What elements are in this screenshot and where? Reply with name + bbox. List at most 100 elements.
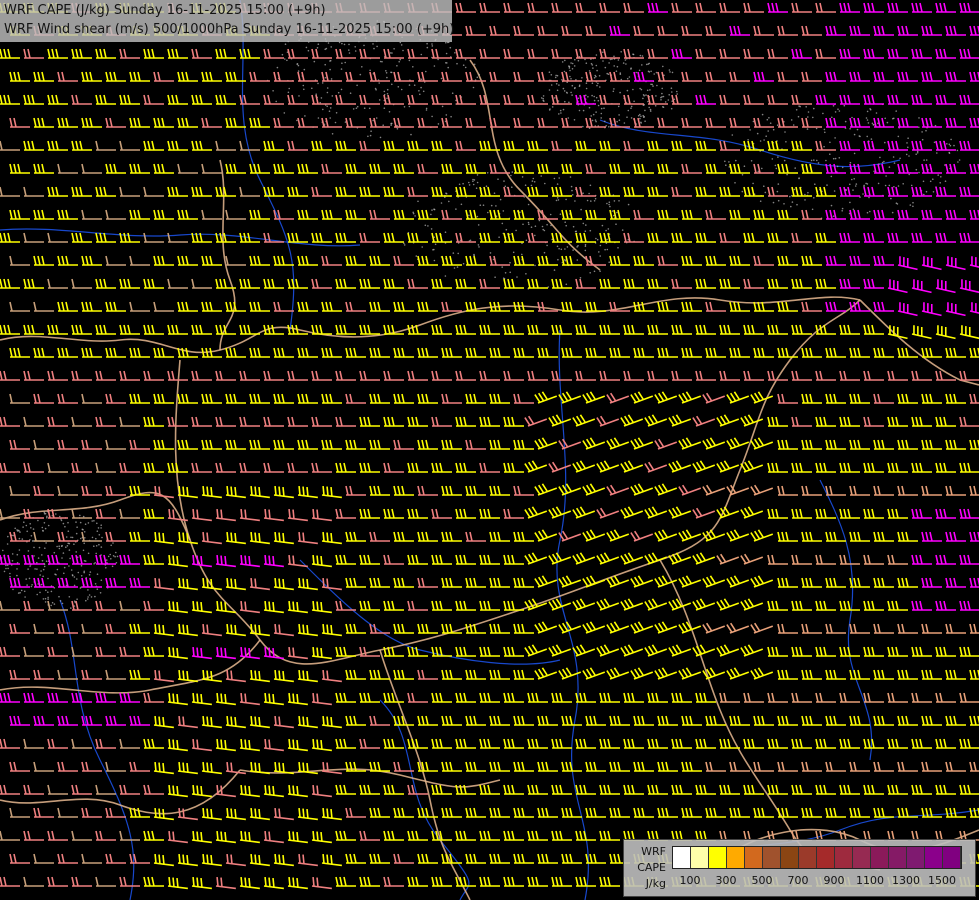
- terrain-dot: [560, 112, 562, 114]
- terrain-dot: [111, 565, 114, 568]
- terrain-dot: [585, 224, 587, 226]
- terrain-dot: [766, 118, 769, 121]
- terrain-dot: [772, 128, 775, 131]
- terrain-dot: [44, 597, 47, 600]
- terrain-dot: [60, 545, 63, 547]
- terrain-dot: [64, 525, 66, 528]
- terrain-dot: [434, 243, 437, 246]
- cape-title: WRF CAPE (J/kg) Sunday 16-11-2025 15:00 …: [4, 3, 326, 18]
- terrain-dot: [527, 203, 530, 206]
- terrain-dot: [388, 111, 391, 113]
- terrain-dot: [105, 559, 108, 561]
- terrain-dot: [853, 133, 856, 136]
- terrain-dot: [649, 108, 652, 111]
- terrain-dot: [58, 545, 60, 547]
- terrain-dot: [588, 70, 591, 72]
- legend-tick-labels: 100 300 500 700 900 1100 1300 1500: [672, 875, 972, 889]
- terrain-dot: [582, 125, 584, 128]
- terrain-dot: [925, 129, 927, 132]
- terrain-dot: [542, 95, 545, 97]
- terrain-dot: [63, 572, 65, 575]
- terrain-dot: [583, 256, 586, 259]
- terrain-dot: [584, 249, 587, 252]
- terrain-dot: [12, 588, 14, 591]
- terrain-dot: [413, 84, 416, 86]
- terrain-dot: [16, 568, 18, 570]
- terrain-dot: [600, 117, 602, 119]
- terrain-dot: [408, 105, 411, 108]
- terrain-dot: [510, 174, 512, 177]
- terrain-dot: [553, 269, 556, 271]
- terrain-dot: [958, 159, 961, 161]
- terrain-dot: [644, 120, 646, 122]
- terrain-dot: [599, 244, 602, 247]
- terrain-dot: [7, 567, 9, 570]
- terrain-dot: [87, 522, 90, 524]
- terrain-dot: [420, 86, 422, 89]
- terrain-dot: [565, 224, 567, 227]
- terrain-dot: [870, 138, 873, 140]
- terrain-dot: [594, 74, 596, 77]
- terrain-dot: [100, 546, 103, 548]
- terrain-dot: [844, 120, 847, 123]
- terrain-dot: [455, 208, 457, 210]
- terrain-dot: [503, 180, 505, 182]
- terrain-dot: [99, 592, 102, 594]
- terrain-dot: [550, 84, 553, 86]
- terrain-dot: [637, 114, 640, 117]
- terrain-dot: [640, 121, 642, 124]
- terrain-dot: [899, 157, 901, 160]
- terrain-dot: [426, 42, 428, 45]
- terrain-dot: [790, 205, 792, 208]
- terrain-dot: [811, 208, 814, 211]
- terrain-dot: [546, 223, 548, 226]
- terrain-dot: [419, 93, 421, 96]
- terrain-dot: [83, 570, 85, 573]
- terrain-dot: [50, 590, 53, 593]
- terrain-dot: [593, 200, 596, 202]
- terrain-dot: [923, 159, 925, 161]
- terrain-dot: [487, 211, 489, 214]
- terrain-dot: [348, 52, 351, 54]
- legend-swatch: [799, 847, 817, 868]
- terrain-dot: [544, 182, 546, 185]
- terrain-dot: [9, 575, 11, 578]
- terrain-dot: [55, 513, 57, 515]
- terrain-dot: [925, 190, 928, 193]
- terrain-dot: [296, 63, 299, 65]
- terrain-dot: [76, 598, 78, 600]
- terrain-dot: [759, 140, 762, 142]
- terrain-dot: [833, 190, 836, 192]
- terrain-dot: [918, 117, 920, 119]
- map-title-box: WRF CAPE (J/kg) Sunday 16-11-2025 15:00 …: [0, 0, 454, 42]
- terrain-dot: [383, 107, 386, 109]
- terrain-dot: [621, 229, 624, 231]
- terrain-dot: [916, 150, 919, 153]
- terrain-dot: [825, 159, 827, 162]
- terrain-dot: [574, 200, 576, 202]
- terrain-dot: [51, 601, 54, 604]
- terrain-dot: [922, 180, 925, 183]
- terrain-dot: [574, 86, 576, 89]
- legend-tick-label: 500: [751, 874, 773, 887]
- terrain-dot: [408, 84, 411, 86]
- terrain-dot: [80, 575, 83, 577]
- terrain-dot: [408, 59, 411, 62]
- terrain-dot: [642, 97, 644, 100]
- terrain-dot: [775, 167, 778, 170]
- terrain-dot: [602, 60, 604, 62]
- terrain-dot: [661, 87, 663, 90]
- terrain-dot: [533, 181, 536, 183]
- terrain-dot: [30, 535, 33, 537]
- terrain-dot: [425, 109, 428, 111]
- terrain-dot: [453, 267, 456, 269]
- terrain-dot: [42, 568, 45, 571]
- terrain-dot: [807, 116, 809, 118]
- terrain-dot: [501, 266, 504, 268]
- terrain-dot: [585, 87, 588, 90]
- terrain-dot: [359, 73, 362, 76]
- terrain-dot: [789, 195, 791, 198]
- legend-swatch: [745, 847, 763, 868]
- terrain-dot: [70, 569, 73, 571]
- terrain-dot: [612, 90, 615, 93]
